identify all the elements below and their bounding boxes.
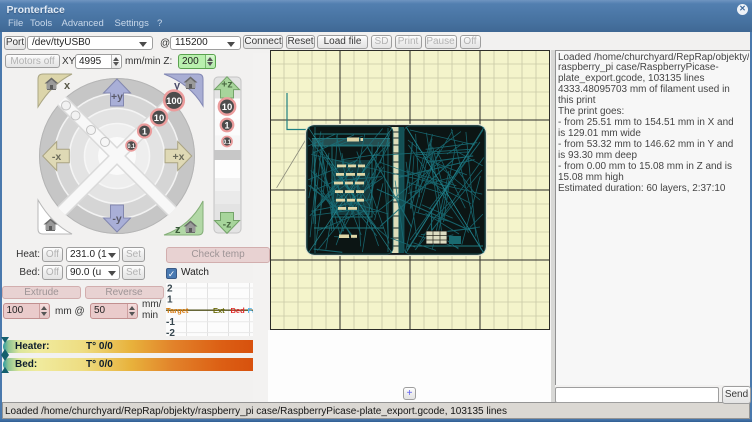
svg-text:-x: -x [52,151,61,163]
svg-text:1: 1 [167,295,173,306]
svg-text:-z: -z [223,219,232,231]
svg-text:-y: -y [112,213,121,225]
svg-text:Bed: Bed [231,306,246,315]
svg-text:0.1: 0.1 [223,139,231,146]
svg-text:100: 100 [166,96,182,107]
svg-text:-1: -1 [166,317,175,328]
svg-text:1: 1 [142,127,147,137]
svg-text:2: 2 [167,284,173,295]
svg-text:Target: Target [166,306,189,315]
svg-text:0.1: 0.1 [128,143,136,150]
svg-text:z: z [175,224,181,236]
svg-text:+y: +y [111,91,123,103]
svg-text:+x: +x [173,151,185,163]
svg-text:+z: +z [221,79,232,91]
svg-text:-2: -2 [166,328,175,336]
svg-text:Ext: Ext [213,306,225,315]
svg-text:10: 10 [222,102,233,113]
svg-text:1: 1 [224,121,229,131]
svg-text:10: 10 [154,113,165,124]
svg-text:x: x [64,80,71,92]
